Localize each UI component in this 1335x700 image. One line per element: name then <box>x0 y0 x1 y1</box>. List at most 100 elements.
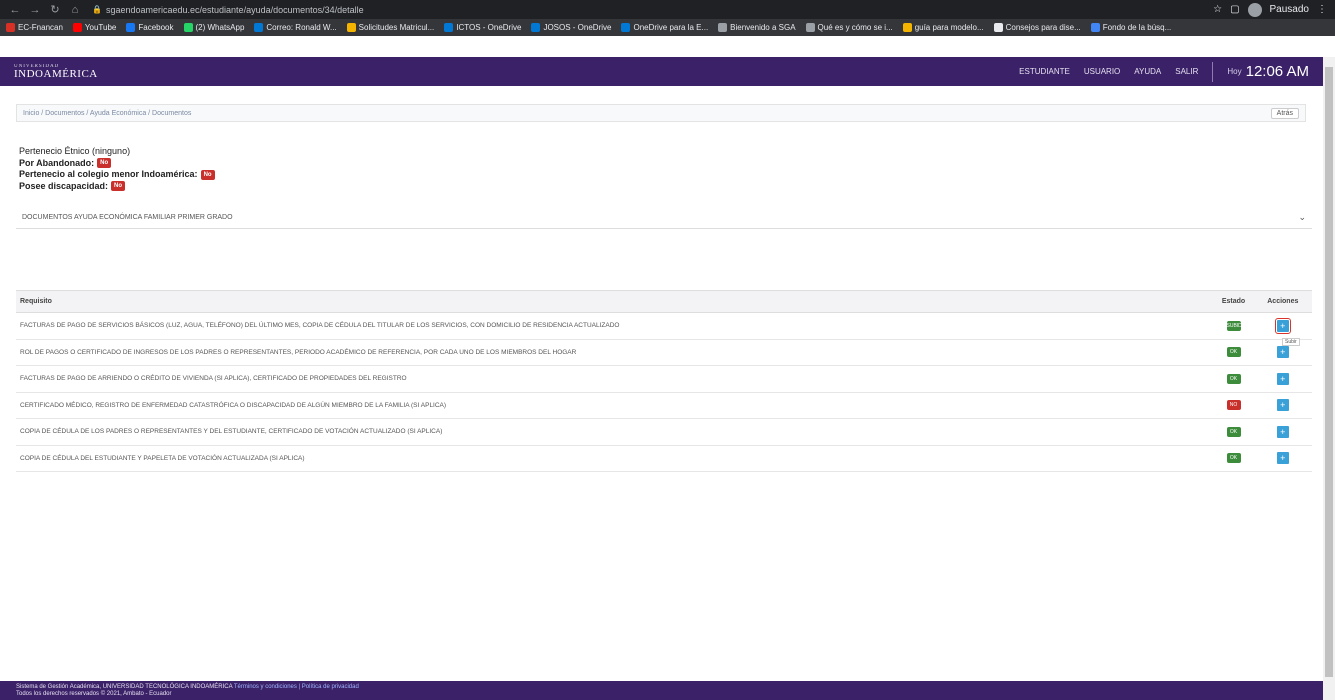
bookmark-item[interactable]: Facebook <box>126 23 174 32</box>
bookmark-item[interactable]: Correo: Ronald W... <box>254 23 337 32</box>
bookmark-label: (2) WhatsApp <box>195 23 245 32</box>
page-scrollbar[interactable] <box>1323 57 1335 700</box>
bookmark-favicon-icon <box>531 23 541 32</box>
footer-line-1: Sistema de Gestión Académica, UNIVERSIDA… <box>16 684 1307 691</box>
upload-button[interactable]: + <box>1276 346 1289 359</box>
bookmark-item[interactable]: Solicitudes Matricul... <box>346 23 434 32</box>
upload-button[interactable]: + <box>1276 425 1289 438</box>
page-footer: Sistema de Gestión Académica, UNIVERSIDA… <box>0 681 1323 700</box>
star-icon[interactable]: ☆ <box>1213 4 1222 15</box>
ethnic-text: Pertenecio Étnico (ninguno) <box>19 146 131 156</box>
back-arrow-icon[interactable]: ← <box>8 3 22 17</box>
bookmark-item[interactable]: Fondo de la búsq... <box>1090 23 1172 32</box>
footer-links[interactable]: Términos y condiciones | Política de pri… <box>234 684 359 690</box>
scrollbar-thumb[interactable] <box>1325 67 1333 677</box>
requirements-table: Requisito Estado Acciones FACTURAS DE PA… <box>16 290 1312 472</box>
university-logo[interactable]: UNIVERSIDAD INDOAMÉRICA <box>14 64 98 80</box>
bookmark-label: Bienvenido a SGA <box>730 23 796 32</box>
status-badge: SUBIDO <box>1226 320 1246 331</box>
header-clock: Hoy 12:06 AM <box>1227 63 1309 80</box>
nav-logout-link[interactable]: SALIR <box>1175 67 1198 76</box>
back-button[interactable]: Atrás <box>1270 107 1299 119</box>
bookmark-item[interactable]: guía para modelo... <box>902 23 984 32</box>
upload-button[interactable]: + <box>1276 372 1289 385</box>
lock-icon: 🔒 <box>92 5 102 14</box>
state-cell: OK <box>1213 339 1254 366</box>
bookmark-item[interactable]: (2) WhatsApp <box>183 23 245 32</box>
table-row: COPIA DE CÉDULA DEL ESTUDIANTE Y PAPELET… <box>16 445 1312 472</box>
status-badge: NO <box>1226 400 1241 411</box>
table-row: FACTURAS DE PAGO DE ARRIENDO O CRÉDITO D… <box>16 365 1312 393</box>
table-row: CERTIFICADO MÉDICO, REGISTRO DE ENFERMED… <box>16 392 1312 419</box>
bookmark-label: Fondo de la búsq... <box>1102 23 1172 32</box>
bookmark-label: Consejos para dise... <box>1005 23 1081 32</box>
bookmarks-bar: EC-Fnancan YouTube Facebook (2) WhatsApp Cor… <box>0 19 1335 36</box>
orphan-row: Por Abandonado: No <box>19 158 215 170</box>
bookmark-label: ICTOS - OneDrive <box>456 23 522 32</box>
status-badge: OK <box>1226 347 1241 358</box>
bookmark-item[interactable]: Qué es y cómo se i... <box>805 23 893 32</box>
bookmark-item[interactable]: YouTube <box>72 23 117 32</box>
profile-avatar-icon[interactable] <box>1247 2 1262 17</box>
forward-arrow-icon[interactable]: → <box>28 3 42 17</box>
bookmark-favicon-icon <box>254 23 264 32</box>
bookmark-item[interactable]: JOSOS - OneDrive <box>531 23 611 32</box>
requirement-name: FACTURAS DE PAGO DE ARRIENDO O CRÉDITO D… <box>16 365 1214 393</box>
bookmark-item[interactable]: EC-Fnancan <box>6 23 63 32</box>
reload-icon[interactable]: ↻ <box>48 3 62 17</box>
actions-cell: + <box>1253 392 1312 419</box>
bookmark-item[interactable]: OneDrive para la E... <box>621 23 708 32</box>
menu-kebab-icon[interactable]: ⋮ <box>1317 4 1327 15</box>
url-text: sgaendoamericaedu.ec/estudiante/ayuda/do… <box>105 4 364 15</box>
bookmark-favicon-icon <box>444 23 454 32</box>
actions-cell: + <box>1253 312 1312 340</box>
select-value: DOCUMENTOS AYUDA ECONÓMICA FAMILIAR PRIM… <box>22 214 233 221</box>
bookmark-favicon-icon <box>346 23 356 32</box>
status-badge: OK <box>1226 453 1241 464</box>
actions-cell: + <box>1253 445 1312 472</box>
nav-help-link[interactable]: AYUDA <box>1134 67 1161 76</box>
table-header-row: Requisito Estado Acciones <box>16 290 1312 313</box>
bookmark-item[interactable]: Consejos para dise... <box>993 23 1081 32</box>
state-cell: NO <box>1213 392 1254 419</box>
footer-text: Sistema de Gestión Académica, UNIVERSIDA… <box>16 684 233 690</box>
bookmark-label: EC-Fnancan <box>18 23 63 32</box>
bookmark-favicon-icon <box>902 23 912 32</box>
browser-toolbar: ← → ↻ ⌂ 🔒 sgaendoamericaedu.ec/estudiant… <box>0 0 1335 19</box>
profile-status: Pausado <box>1269 4 1309 15</box>
actions-cell: + <box>1253 365 1312 393</box>
clock-time: 12:06 AM <box>1245 63 1309 80</box>
logo-small-text: UNIVERSIDAD <box>14 63 60 69</box>
bookmark-item[interactable]: ICTOS - OneDrive <box>444 23 521 32</box>
upload-tooltip: Subir <box>1282 338 1300 346</box>
upload-button[interactable]: + <box>1276 452 1289 465</box>
home-icon[interactable]: ⌂ <box>68 3 82 17</box>
col-state: Estado <box>1213 290 1254 313</box>
nav-student-link[interactable]: ESTUDIANTE <box>1019 67 1070 76</box>
address-bar[interactable]: 🔒 sgaendoamericaedu.ec/estudiante/ayuda/… <box>92 5 364 15</box>
table-row: FACTURAS DE PAGO DE SERVICIOS BÁSICOS (L… <box>16 312 1312 340</box>
table-row: COPIA DE CÉDULA DE LOS PADRES O REPRESEN… <box>16 418 1312 446</box>
bookmark-label: Qué es y cómo se i... <box>817 23 893 32</box>
document-type-select[interactable]: DOCUMENTOS AYUDA ECONÓMICA FAMILIAR PRIM… <box>16 207 1312 229</box>
tab-search-icon[interactable]: ▢ <box>1230 4 1239 15</box>
breadcrumb-text[interactable]: Inicio / Documentos / Ayuda Económica / … <box>23 110 191 117</box>
bookmark-favicon-icon <box>805 23 815 32</box>
bookmark-label: guía para modelo... <box>914 23 984 32</box>
bookmark-favicon-icon <box>183 23 193 32</box>
bookmark-label: Correo: Ronald W... <box>266 23 337 32</box>
bookmark-favicon-icon <box>72 23 82 32</box>
bookmark-favicon-icon <box>621 23 631 32</box>
bookmark-label: Facebook <box>138 23 174 32</box>
status-badge: OK <box>1226 373 1241 384</box>
upload-button[interactable]: + <box>1274 317 1291 334</box>
state-cell: OK <box>1213 445 1254 472</box>
logo-text: INDOAMÉRICA <box>14 67 98 80</box>
disability-row: Posee discapacidad: No <box>19 181 215 193</box>
nav-user-link[interactable]: USUARIO <box>1084 67 1120 76</box>
upload-button[interactable]: + <box>1276 399 1289 412</box>
requirement-name: ROL DE PAGOS O CERTIFICADO DE INGRESOS D… <box>16 339 1214 366</box>
bookmark-item[interactable]: Bienvenido a SGA <box>718 23 796 32</box>
school-label: Pertenecio al colegio menor Indoamérica: <box>19 169 198 179</box>
bookmark-label: YouTube <box>84 23 117 32</box>
